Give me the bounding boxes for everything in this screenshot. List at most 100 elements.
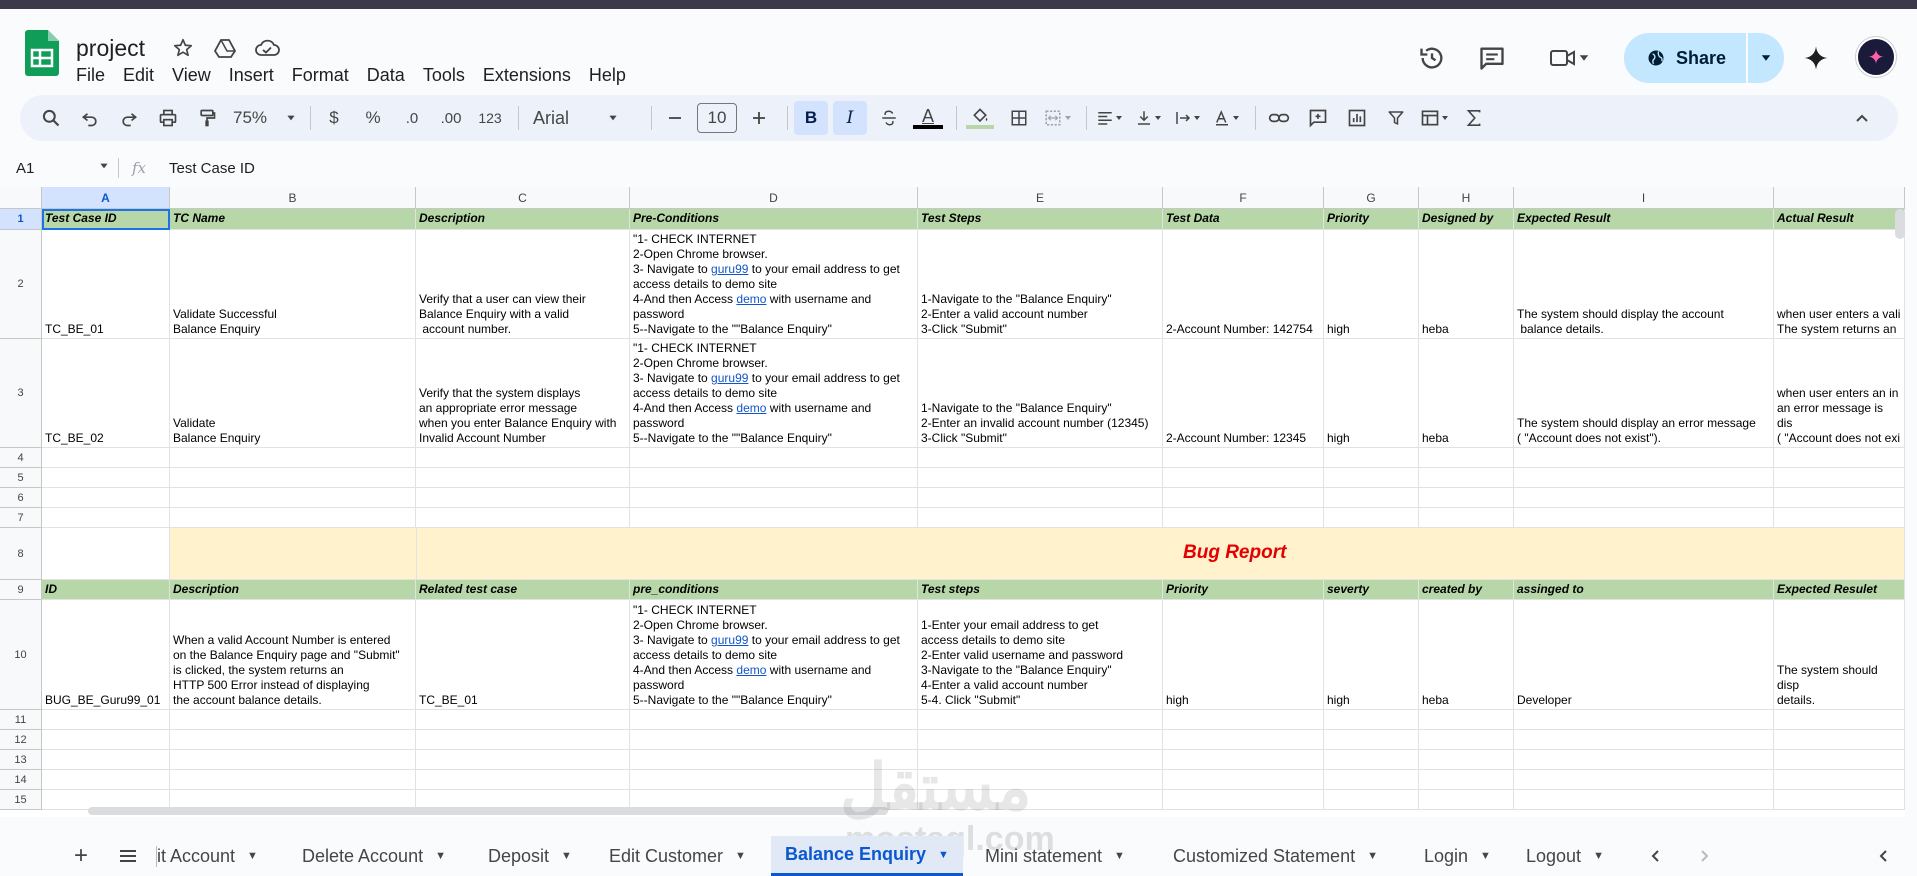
merge-cells-icon[interactable] [1041, 101, 1075, 135]
empty-cell[interactable] [1419, 770, 1514, 790]
row-header[interactable]: 4 [0, 448, 42, 468]
empty-cell[interactable] [1324, 468, 1419, 488]
empty-cell[interactable] [170, 750, 416, 770]
empty-cell[interactable] [170, 468, 416, 488]
sheet-tab-customized-statement[interactable]: Customized Statement ▼ [1173, 836, 1378, 876]
font-size-input[interactable]: 10 [697, 103, 737, 133]
empty-cell[interactable] [170, 770, 416, 790]
header-cell[interactable]: Priority [1163, 580, 1324, 600]
undo-icon[interactable] [73, 101, 107, 135]
share-button[interactable]: Share [1624, 33, 1746, 83]
row-header[interactable]: 12 [0, 730, 42, 750]
empty-cell[interactable] [416, 750, 630, 770]
empty-cell[interactable] [630, 488, 918, 508]
demo-link[interactable]: demo [736, 292, 766, 306]
empty-cell[interactable] [170, 508, 416, 528]
grid-cell[interactable]: Validate Successful Balance Enquiry [170, 230, 416, 339]
explore-side-panel-icon[interactable] [1876, 836, 1890, 876]
move-to-drive-icon[interactable] [212, 35, 238, 61]
sheet-tab-edit-customer[interactable]: Edit Customer ▼ [609, 836, 746, 876]
header-cell[interactable]: pre_conditions [630, 580, 918, 600]
empty-cell[interactable] [42, 448, 170, 468]
sheet-tab-edit-account[interactable]: it Account ▼ [156, 836, 258, 876]
empty-cell[interactable] [42, 508, 170, 528]
sheet-tab-mini-statement[interactable]: Mini statement ▼ [985, 836, 1125, 876]
guru99-link[interactable]: guru99 [711, 633, 748, 647]
grid-cell[interactable]: When a valid Account Number is entered o… [170, 600, 416, 710]
grid-cell[interactable]: 1-Navigate to the "Balance Enquiry" 2-En… [918, 339, 1163, 448]
empty-cell[interactable] [918, 488, 1163, 508]
text-color-button[interactable]: A [911, 101, 945, 135]
column-header[interactable]: F [1163, 187, 1324, 209]
empty-cell[interactable] [1774, 488, 1905, 508]
filter-views-icon[interactable] [1418, 101, 1452, 135]
filter-icon[interactable] [1379, 101, 1413, 135]
empty-cell[interactable] [1419, 448, 1514, 468]
empty-cell[interactable] [918, 468, 1163, 488]
row-header[interactable]: 11 [0, 710, 42, 730]
empty-cell[interactable] [1163, 468, 1324, 488]
header-cell[interactable]: severty [1324, 580, 1419, 600]
grid-cell[interactable]: 2-Account Number: 12345 [1163, 339, 1324, 448]
row-header[interactable]: 10 [0, 600, 42, 710]
id-cell[interactable]: TC_BE_01 [42, 230, 170, 339]
grid-cell[interactable]: 1-Navigate to the "Balance Enquiry" 2-En… [918, 230, 1163, 339]
row-header[interactable]: 15 [0, 790, 42, 810]
header-cell[interactable]: assinged to [1514, 580, 1774, 600]
empty-cell[interactable] [1774, 750, 1905, 770]
paint-format-icon[interactable] [190, 101, 224, 135]
grid-cell[interactable]: high [1324, 230, 1419, 339]
empty-cell[interactable] [1163, 488, 1324, 508]
add-sheet-button[interactable]: + [66, 836, 96, 876]
demo-link[interactable]: demo [736, 663, 766, 677]
empty-cell[interactable] [1163, 730, 1324, 750]
scroll-tabs-right-icon[interactable] [1698, 836, 1712, 876]
print-icon[interactable] [151, 101, 185, 135]
gemini-sparkle-icon[interactable] [1796, 33, 1836, 83]
column-header[interactable]: I [1514, 187, 1774, 209]
grid-cell[interactable]: Verify that a user can view their Balanc… [416, 230, 630, 339]
menu-insert[interactable]: Insert [220, 65, 283, 86]
text-wrapping-icon[interactable] [1171, 101, 1205, 135]
empty-cell[interactable] [1163, 750, 1324, 770]
header-cell[interactable]: Pre-Conditions [630, 209, 918, 230]
formula-input[interactable]: Test Case ID [159, 160, 255, 177]
scroll-tabs-left-icon[interactable] [1648, 836, 1662, 876]
empty-cell[interactable] [1324, 488, 1419, 508]
grid-cell[interactable]: when user enters an in an error message … [1774, 339, 1905, 448]
grid-cell[interactable]: Developer [1514, 600, 1774, 710]
header-cell[interactable]: created by [1419, 580, 1514, 600]
empty-cell[interactable] [1774, 710, 1905, 730]
empty-cell[interactable] [1419, 488, 1514, 508]
header-cell[interactable]: Expected Resulet [1774, 580, 1905, 600]
empty-cell[interactable] [1324, 750, 1419, 770]
row-header[interactable]: 6 [0, 488, 42, 508]
row-header[interactable]: 3 [0, 339, 42, 448]
row-header[interactable]: 13 [0, 750, 42, 770]
menu-extensions[interactable]: Extensions [474, 65, 580, 86]
insert-chart-icon[interactable] [1340, 101, 1374, 135]
menu-tools[interactable]: Tools [414, 65, 474, 86]
grid-cell[interactable]: high [1324, 600, 1419, 710]
comments-icon[interactable] [1472, 33, 1512, 83]
column-header[interactable]: B [170, 187, 416, 209]
empty-cell[interactable] [170, 488, 416, 508]
header-cell[interactable]: ID [42, 580, 170, 600]
guru99-link[interactable]: guru99 [711, 371, 748, 385]
empty-cell[interactable] [1514, 508, 1774, 528]
vertical-scrollbar-thumb[interactable] [1895, 209, 1905, 239]
header-cell[interactable]: Test Case ID [42, 209, 170, 230]
empty-cell[interactable] [1774, 770, 1905, 790]
id-cell[interactable]: TC_BE_02 [42, 339, 170, 448]
increase-font-size-icon[interactable] [742, 101, 776, 135]
functions-sigma-icon[interactable] [1457, 101, 1491, 135]
document-title[interactable]: project [76, 35, 145, 62]
sheet-tab-deposit[interactable]: Deposit ▼ [488, 836, 572, 876]
sheet-tab-logout[interactable]: Logout ▼ [1526, 836, 1604, 876]
empty-cell[interactable] [1324, 448, 1419, 468]
grid-cell[interactable]: Verify that the system displays an appro… [416, 339, 630, 448]
grid-cell[interactable]: high [1324, 339, 1419, 448]
row-header[interactable]: 8 [0, 528, 42, 580]
bold-button[interactable]: B [794, 101, 828, 135]
grid-cell[interactable]: high [1163, 600, 1324, 710]
